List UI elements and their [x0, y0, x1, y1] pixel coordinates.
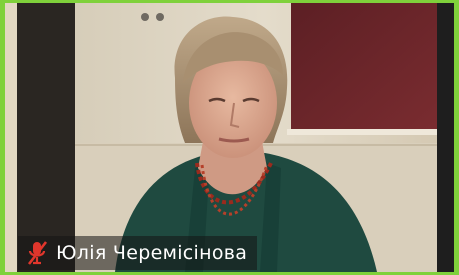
participant-name-bar: Юлія Черемісінова — [18, 236, 258, 270]
participant-name: Юлія Черемісінова — [56, 242, 248, 264]
video-tile[interactable]: Юлія Черемісінова — [0, 0, 459, 275]
participant-video — [5, 3, 454, 272]
mic-muted-icon[interactable] — [26, 240, 48, 266]
